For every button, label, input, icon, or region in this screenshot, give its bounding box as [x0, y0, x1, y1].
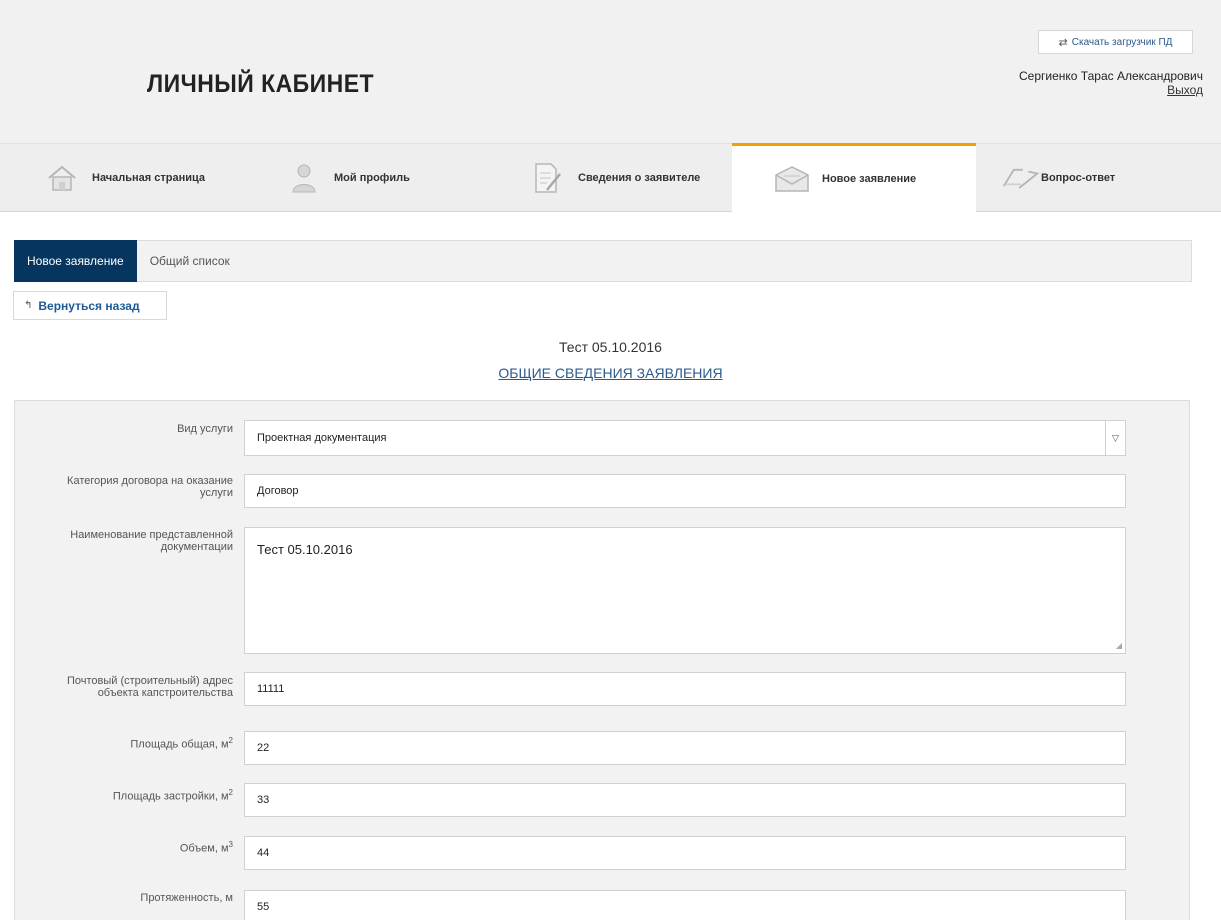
- contract-category-input[interactable]: Договор: [244, 474, 1126, 508]
- user-name: Сергиенко Тарас Александрович: [1019, 69, 1203, 83]
- swap-arrows-icon: ⇄: [1058, 36, 1068, 49]
- area-build-value: 33: [257, 794, 270, 806]
- user-block: Сергиенко Тарас Александрович Выход: [1019, 69, 1203, 97]
- unit-power: 2: [228, 736, 233, 745]
- address-value: 11111: [257, 683, 285, 695]
- application-form: Вид услуги Проектная документация ▽ Кате…: [14, 400, 1190, 920]
- length-label: Протяженность, м: [140, 892, 233, 904]
- document-edit-icon: [528, 161, 568, 195]
- nav-item-new-application[interactable]: Новое заявление: [732, 143, 976, 212]
- chevron-down-icon[interactable]: ▽: [1105, 421, 1125, 455]
- logout-link[interactable]: Выход: [1019, 83, 1203, 97]
- question-answer-icon: [1001, 161, 1041, 195]
- download-loader-button[interactable]: ⇄ Скачать загрузчик ПД: [1038, 30, 1193, 54]
- nav-item-label: Сведения о заявителе: [578, 172, 701, 184]
- nav-item-label: Вопрос-ответ: [1041, 172, 1116, 184]
- area-total-value: 22: [257, 742, 270, 754]
- unit-power: 3: [228, 840, 233, 849]
- address-input[interactable]: 11111: [244, 672, 1126, 706]
- subtabs-bar: Новое заявление Общий список: [14, 239, 1192, 282]
- contract-category-value: Договор: [257, 485, 299, 497]
- brand-title: ЛИЧНЫЙ КАБИНЕТ: [147, 70, 375, 98]
- doc-name-value: Тест 05.10.2016: [257, 542, 353, 557]
- nav-item-label: Начальная страница: [92, 172, 206, 184]
- subtab-general-list[interactable]: Общий список: [137, 240, 243, 282]
- nav-item-home[interactable]: Начальная страница: [0, 144, 244, 212]
- back-button[interactable]: ↰ Вернуться назад: [13, 291, 167, 320]
- area-build-input[interactable]: 33: [244, 783, 1126, 817]
- back-arrow-icon: ↰: [24, 300, 33, 311]
- doc-name-label: Наименование представленной документации: [70, 529, 233, 553]
- area-total-label: Площадь общая, м2: [130, 736, 233, 751]
- volume-value: 44: [257, 847, 270, 859]
- volume-input[interactable]: 44: [244, 836, 1126, 870]
- section-title-link[interactable]: ОБЩИЕ СВЕДЕНИЯ ЗАЯВЛЕНИЯ: [0, 365, 1221, 381]
- length-input[interactable]: 55: [244, 890, 1126, 920]
- nav-item-faq[interactable]: Вопрос-ответ: [976, 144, 1220, 212]
- main-nav: Начальная страница Мой профиль Сведения …: [0, 143, 1221, 212]
- nav-item-label: Мой профиль: [334, 172, 410, 184]
- area-build-label: Площадь застройки, м2: [112, 788, 233, 803]
- subtab-new-application[interactable]: Новое заявление: [14, 239, 137, 282]
- document-title: Тест 05.10.2016: [559, 339, 662, 355]
- back-button-label: Вернуться назад: [38, 298, 140, 313]
- envelope-icon: [772, 162, 812, 196]
- doc-name-textarea[interactable]: Тест 05.10.2016 ◢: [244, 527, 1126, 654]
- address-label: Почтовый (строительный) адрес объекта ка…: [66, 675, 233, 699]
- unit-power: 2: [228, 788, 233, 797]
- service-type-select[interactable]: Проектная документация ▽: [244, 420, 1126, 456]
- volume-label: Объем, м3: [179, 840, 233, 855]
- length-value: 55: [257, 901, 270, 913]
- contract-category-label: Категория договора на оказание услуги: [67, 475, 233, 499]
- profile-icon: [284, 161, 324, 195]
- resize-grip-icon[interactable]: ◢: [1116, 641, 1122, 650]
- service-type-value: Проектная документация: [257, 432, 387, 444]
- nav-item-label: Новое заявление: [822, 173, 917, 185]
- service-type-label: Вид услуги: [177, 423, 233, 435]
- download-loader-label: Скачать загрузчик ПД: [1071, 36, 1173, 48]
- nav-item-applicant-info[interactable]: Сведения о заявителе: [488, 144, 732, 212]
- area-total-input[interactable]: 22: [244, 731, 1126, 765]
- nav-item-profile[interactable]: Мой профиль: [244, 144, 488, 212]
- home-icon: [42, 161, 82, 195]
